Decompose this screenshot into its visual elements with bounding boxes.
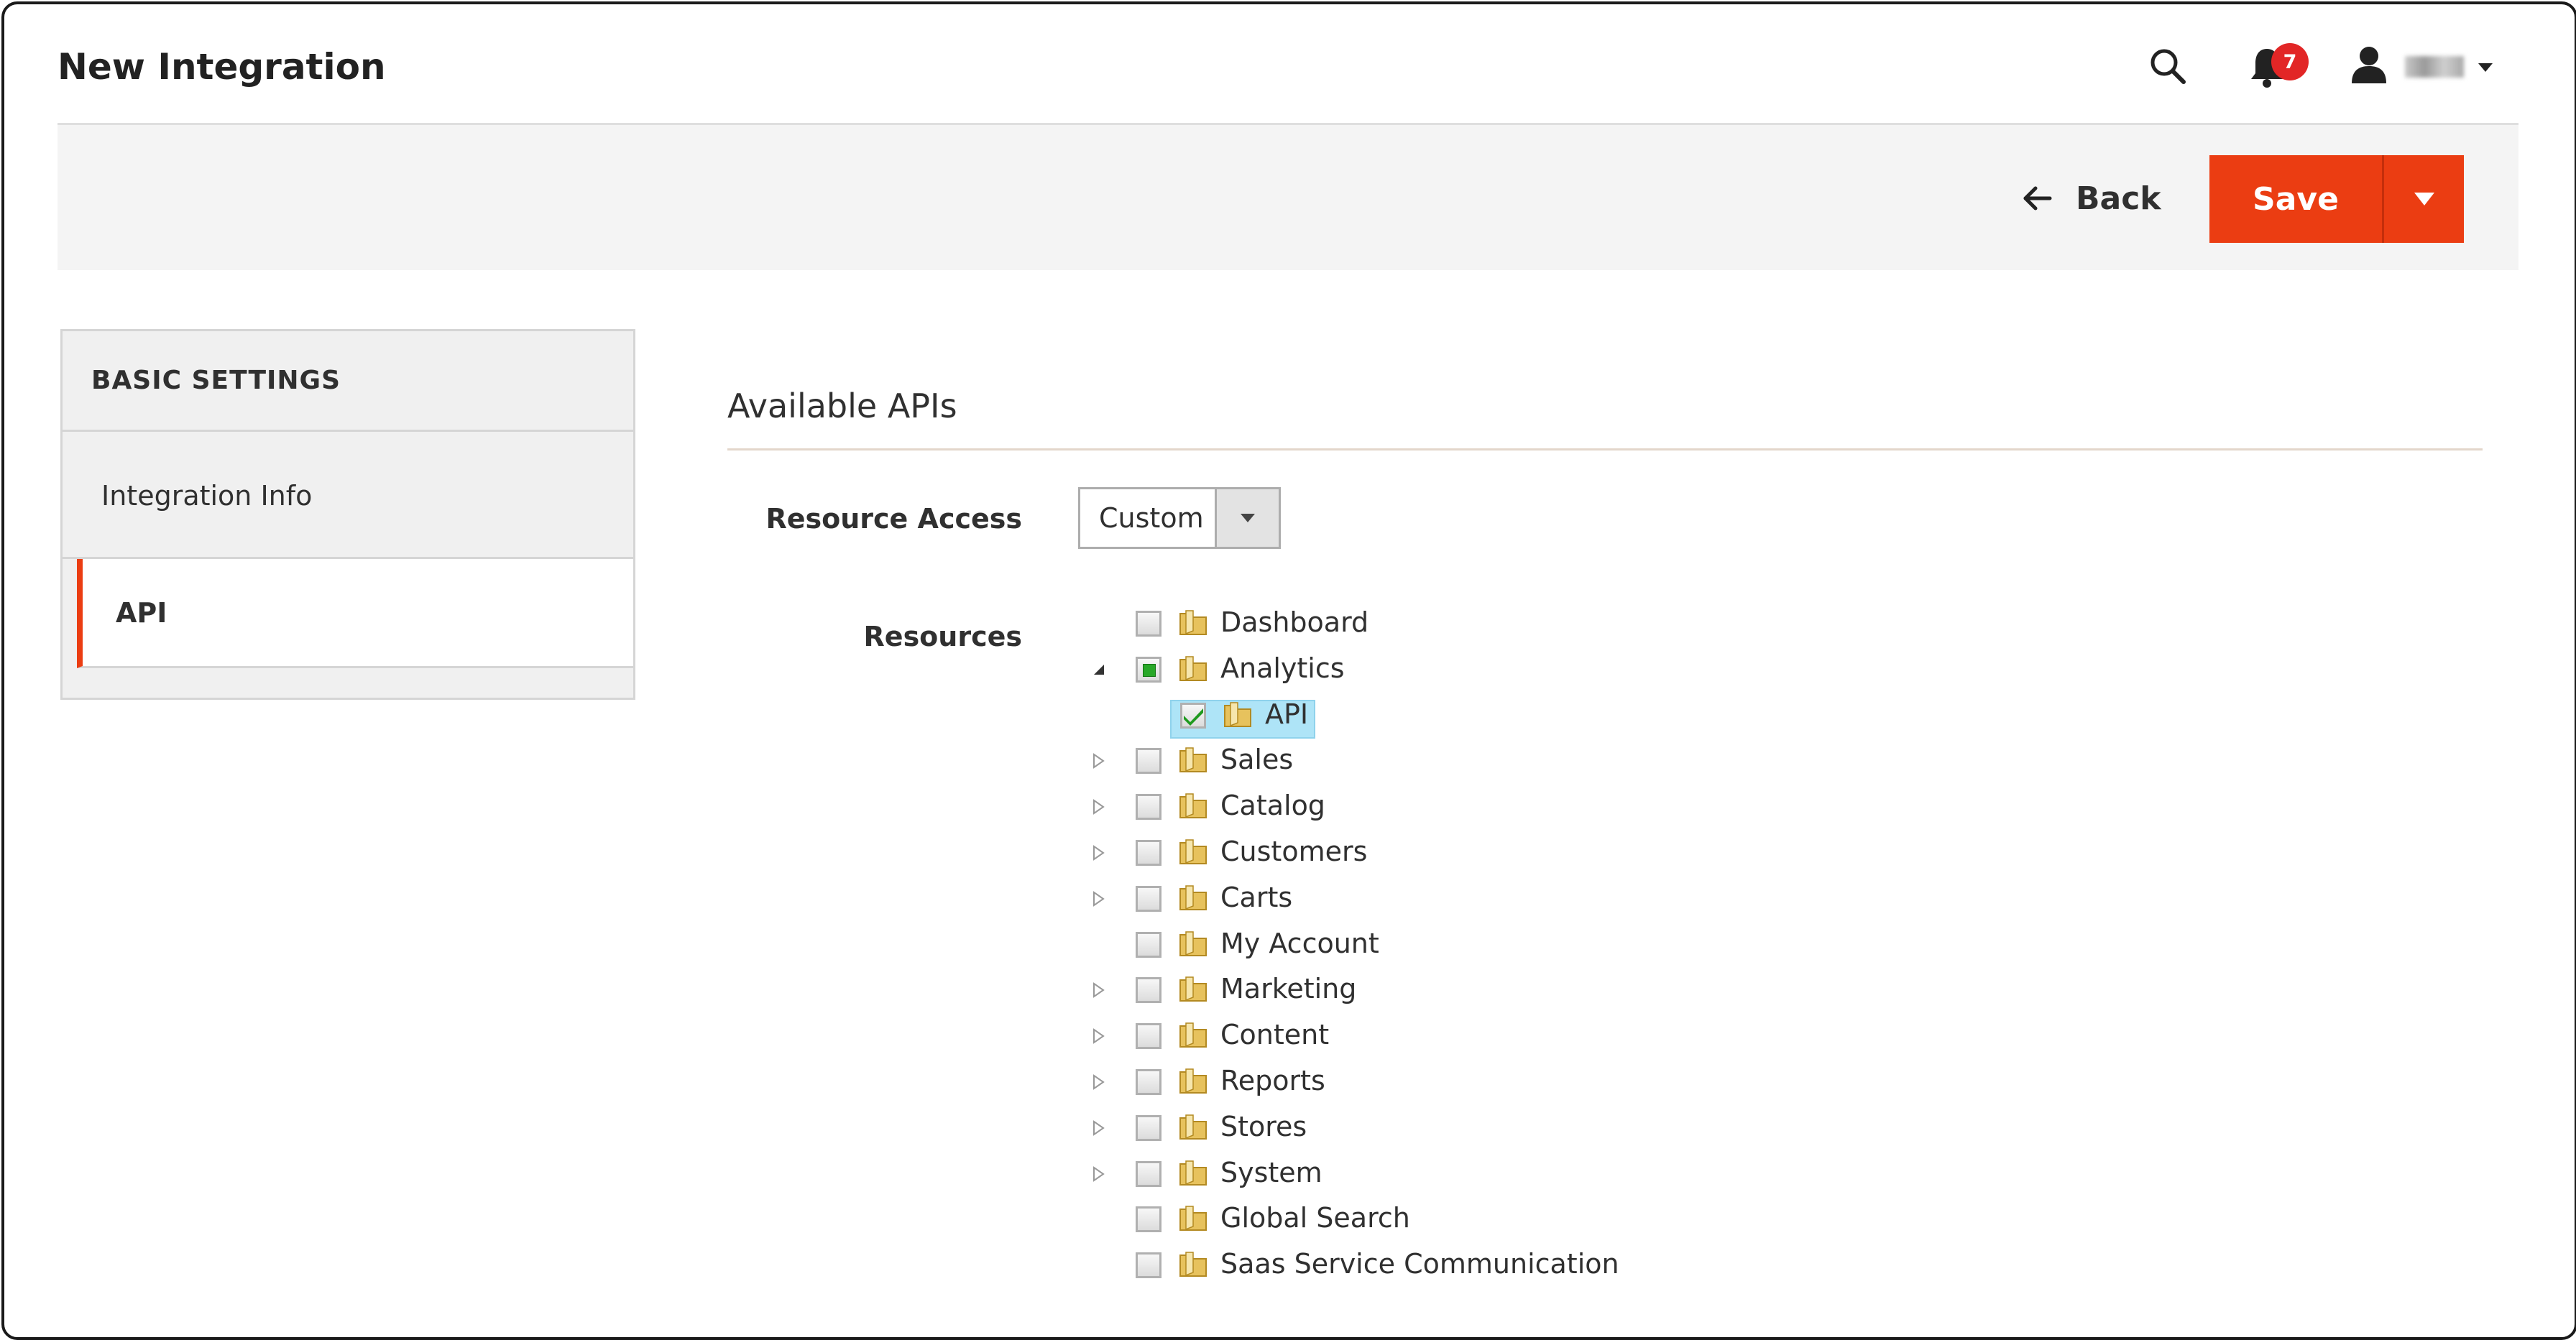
page-title: New Integration xyxy=(58,46,386,88)
tree-node-label[interactable]: Sales xyxy=(1220,744,1293,775)
tree-node-label[interactable]: Carts xyxy=(1220,882,1292,913)
tree-checkbox[interactable] xyxy=(1136,611,1162,637)
folder-icon xyxy=(1179,839,1207,864)
notification-badge[interactable]: 7 xyxy=(2271,43,2309,80)
folder-icon xyxy=(1179,976,1207,1002)
tree-node-label[interactable]: My Account xyxy=(1220,928,1379,959)
back-button[interactable]: Back xyxy=(2021,175,2161,221)
save-split-button: Save xyxy=(2209,155,2464,243)
folder-icon xyxy=(1179,885,1207,910)
tree-checkbox[interactable] xyxy=(1180,702,1206,729)
checkmark-icon xyxy=(1184,708,1203,726)
tree-expand-icon[interactable] xyxy=(1090,981,1107,999)
folder-icon xyxy=(1179,1206,1207,1232)
sidebar-item-api[interactable]: API xyxy=(77,559,633,668)
tree-node-label[interactable]: Stores xyxy=(1220,1111,1307,1142)
tree-expand-icon[interactable] xyxy=(1090,1165,1107,1183)
sidebar-title: BASIC SETTINGS xyxy=(63,331,633,432)
tree-checkbox[interactable] xyxy=(1136,840,1162,866)
tree-checkbox[interactable] xyxy=(1136,885,1162,912)
resources-label: Resources xyxy=(863,621,1022,652)
folder-icon xyxy=(1179,1114,1207,1140)
tree-expand-icon[interactable] xyxy=(1090,890,1107,907)
tree-expand-icon[interactable] xyxy=(1090,752,1107,770)
folder-icon xyxy=(1224,701,1251,727)
arrow-left-icon xyxy=(2023,186,2052,211)
tree-checkbox[interactable] xyxy=(1136,794,1162,821)
tree-node-label[interactable]: Dashboard xyxy=(1220,606,1368,638)
tree-node-label[interactable]: System xyxy=(1220,1157,1322,1188)
tree-node-label[interactable]: Marketing xyxy=(1220,973,1356,1004)
tree-checkbox[interactable] xyxy=(1136,748,1162,775)
save-button[interactable]: Save xyxy=(2209,155,2382,243)
tree-checkbox[interactable] xyxy=(1136,1160,1162,1187)
folder-icon xyxy=(1179,656,1207,681)
sidebar-item-integration-info[interactable]: Integration Info xyxy=(63,434,633,559)
caret-down-icon[interactable] xyxy=(2477,62,2494,73)
tree-expand-icon[interactable] xyxy=(1090,1119,1107,1137)
tree-checkbox[interactable] xyxy=(1136,1252,1162,1279)
tree-node-label[interactable]: Global Search xyxy=(1220,1202,1410,1234)
select-toggle[interactable] xyxy=(1215,489,1279,547)
tree-checkbox[interactable] xyxy=(1136,931,1162,958)
tree-expand-icon[interactable] xyxy=(1090,798,1107,815)
folder-icon xyxy=(1179,930,1207,956)
folder-icon xyxy=(1179,1022,1207,1048)
folder-icon xyxy=(1179,610,1207,635)
resource-access-value: Custom xyxy=(1099,502,1204,534)
resource-access-select[interactable]: Custom xyxy=(1078,487,1281,549)
search-icon[interactable] xyxy=(2148,46,2188,86)
folder-icon xyxy=(1179,1252,1207,1277)
tree-checkbox[interactable] xyxy=(1136,1069,1162,1095)
tree-node-label[interactable]: Catalog xyxy=(1220,790,1325,821)
tree-checkbox[interactable] xyxy=(1136,977,1162,1004)
tree-node-label[interactable]: Analytics xyxy=(1220,652,1345,684)
section-divider xyxy=(727,448,2483,450)
section-title: Available APIs xyxy=(727,387,957,425)
tree-collapse-icon[interactable] xyxy=(1090,661,1107,678)
user-icon[interactable] xyxy=(2350,45,2388,85)
folder-icon xyxy=(1179,1160,1207,1186)
save-options-toggle[interactable] xyxy=(2384,155,2464,243)
caret-down-icon xyxy=(2414,193,2434,205)
tree-expand-icon[interactable] xyxy=(1090,1027,1107,1045)
sidebar: BASIC SETTINGS Integration Info API xyxy=(60,329,635,700)
tree-checkbox[interactable] xyxy=(1136,1023,1162,1050)
tree-expand-icon[interactable] xyxy=(1090,1073,1107,1091)
app-window: New Integration 7 Back Save BASIC SETTIN… xyxy=(1,1,2576,1340)
tree-node-label[interactable]: Reports xyxy=(1220,1065,1325,1096)
tree-checkbox[interactable] xyxy=(1136,656,1162,683)
tree-node-label[interactable]: API xyxy=(1265,698,1308,730)
tree-expand-icon[interactable] xyxy=(1090,844,1107,861)
tree-node-label[interactable]: Content xyxy=(1220,1019,1329,1050)
folder-icon xyxy=(1179,793,1207,819)
tree-checkbox[interactable] xyxy=(1136,1206,1162,1233)
tree-node-label[interactable]: Saas Service Communication xyxy=(1220,1248,1619,1280)
folder-icon xyxy=(1179,1068,1207,1094)
tree-checkbox[interactable] xyxy=(1136,1114,1162,1141)
tree-node-label[interactable]: Customers xyxy=(1220,836,1367,867)
folder-icon xyxy=(1179,747,1207,773)
caret-down-icon xyxy=(1241,514,1255,522)
resource-access-label: Resource Access xyxy=(765,503,1022,535)
back-label: Back xyxy=(2076,180,2161,217)
username-redacted[interactable] xyxy=(2405,56,2464,78)
